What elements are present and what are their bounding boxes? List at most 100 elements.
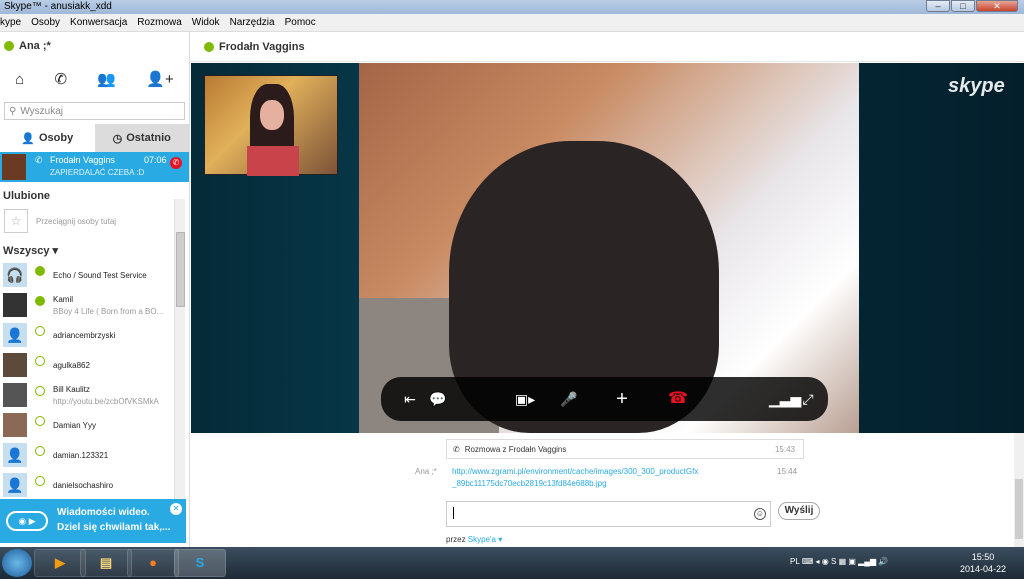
system-tray: PL ⌨ ◂ ◉ S ▦ ▣ ▂▄▆ 🔊: [790, 557, 888, 566]
video-message-icon: ◉ ▶: [6, 511, 48, 531]
arrow-icon[interactable]: ◂: [816, 557, 820, 566]
list-item[interactable]: Damian Yyy: [0, 410, 189, 440]
keyboard-icon[interactable]: ⌨: [802, 557, 814, 566]
sidebar: Ana ;* ⌂ ✆ 👥 👤+ ⚲ Wyszukaj 👤 Osoby ◷ Ost…: [0, 32, 190, 547]
menu-people[interactable]: Osoby: [31, 17, 60, 28]
scrollbar-thumb[interactable]: [1015, 479, 1023, 539]
active-call-time: 07:06: [144, 155, 167, 165]
tab-people[interactable]: 👤 Osoby: [0, 124, 95, 152]
skype-taskbar-icon[interactable]: S: [174, 549, 226, 577]
menu-call[interactable]: Rozmowa: [137, 17, 181, 28]
skype-tray-icon[interactable]: S: [831, 557, 836, 566]
firefox-icon[interactable]: ●: [127, 549, 179, 577]
menu-help[interactable]: Pomoc: [285, 17, 316, 28]
start-button[interactable]: [2, 549, 32, 577]
message-time: 15:44: [777, 467, 798, 476]
send-via: przez Skype'a ▾: [446, 535, 502, 544]
list-item[interactable]: 👤 damian.123321: [0, 440, 189, 470]
video-message-promo[interactable]: ◉ ▶ Wiadomości wideo. Dziel się chwilami…: [0, 499, 186, 543]
maximize-button[interactable]: □: [951, 0, 975, 12]
offline-status-icon: [35, 356, 45, 366]
video-camera-icon[interactable]: ▣▸: [513, 388, 537, 410]
avatar: [3, 383, 27, 407]
add-contact-icon[interactable]: 👤+: [146, 70, 173, 88]
toggle-sidebar-icon[interactable]: ⇤: [401, 388, 419, 410]
offline-status-icon: [35, 446, 45, 456]
online-status-icon: [35, 266, 45, 276]
contact-mood: http://youtu.be/zcbOfVKSMkA: [53, 397, 159, 406]
send-button[interactable]: Wyślij: [778, 502, 820, 520]
search-input[interactable]: ⚲ Wyszukaj: [4, 102, 185, 120]
contacts-icon[interactable]: 👥: [97, 70, 116, 88]
active-call-item[interactable]: ✆ Frodałn Vaggins 07:06 ZAPIERDALAĆ CZEB…: [0, 152, 189, 182]
list-item[interactable]: 👤 danielsochashiro: [0, 470, 189, 500]
microphone-icon[interactable]: 🎤: [560, 388, 578, 410]
emoticon-icon[interactable]: ☺: [754, 508, 766, 520]
list-item[interactable]: 🎧 Echo / Sound Test Service: [0, 260, 189, 290]
all-contacts-title[interactable]: Wszyscy ▾: [0, 236, 189, 260]
default-avatar-icon: 👤: [3, 323, 27, 347]
headset-icon: 🎧: [3, 263, 27, 287]
contact-list-scrollbar[interactable]: [174, 199, 185, 524]
text-caret: [453, 507, 454, 519]
hang-up-icon[interactable]: ✆: [170, 157, 182, 169]
plus-icon[interactable]: +: [611, 388, 633, 410]
contact-mood: BBoy 4 Life ( Born from a BO...: [53, 307, 164, 316]
menu-skype[interactable]: kype: [0, 17, 21, 28]
hang-up-icon[interactable]: ☎: [664, 388, 692, 410]
network-icon[interactable]: ▂▄▆: [858, 557, 876, 566]
favorites-dropzone[interactable]: ☆ Przeciągnij osoby tutaj: [0, 206, 189, 236]
title-bar: Skype™ - anusiakk_xdd – □ ✕: [0, 0, 1024, 14]
minimize-button[interactable]: –: [926, 0, 950, 12]
tray-app-icon[interactable]: ◉: [822, 557, 829, 566]
avatar: [3, 353, 27, 377]
message-link[interactable]: http://www.zgrami.pl/environment/cache/i…: [452, 466, 742, 490]
folder-icon[interactable]: ▤: [80, 549, 132, 577]
conversation-title[interactable]: Frodałn Vaggins: [219, 41, 305, 53]
fullscreen-icon[interactable]: ⤢: [799, 388, 817, 410]
user-profile[interactable]: Ana ;*: [0, 32, 189, 60]
search-placeholder: Wyszukaj: [20, 105, 64, 117]
close-button[interactable]: ✕: [976, 0, 1018, 12]
tab-recent[interactable]: ◷ Ostatnio: [94, 124, 189, 152]
promo-title: Wiadomości wideo.: [57, 507, 150, 518]
language-indicator[interactable]: PL: [790, 557, 800, 566]
media-player-icon[interactable]: ▶: [34, 549, 86, 577]
via-link[interactable]: Skype'a: [468, 535, 496, 544]
close-icon[interactable]: ✕: [170, 503, 182, 515]
tray-app-icon[interactable]: ▦: [839, 557, 847, 566]
contact-tabs: 👤 Osoby ◷ Ostatnio: [0, 124, 189, 152]
offline-status-icon: [35, 326, 45, 336]
chat-scrollbar[interactable]: [1014, 433, 1024, 547]
contact-list: 🎧 Echo / Sound Test Service Kamil BBoy 4…: [0, 260, 189, 500]
caret-down-icon: ▾: [52, 245, 59, 257]
chat-icon[interactable]: 💬: [429, 388, 447, 410]
list-item[interactable]: Kamil BBoy 4 Life ( Born from a BO...: [0, 290, 189, 320]
message-input[interactable]: ☺: [446, 501, 771, 527]
menu-tools[interactable]: Narzędzia: [230, 17, 275, 28]
tray-app-icon[interactable]: ▣: [848, 557, 856, 566]
volume-icon[interactable]: 🔊: [878, 557, 888, 566]
menu-conversation[interactable]: Konwersacja: [70, 17, 127, 28]
message-link-line2[interactable]: _89bc11175dc70ecb2819c13fd84e688b.jpg: [452, 478, 742, 490]
clock[interactable]: 15:50 2014-04-22: [960, 551, 1006, 575]
contact-name: Bill Kaulitz: [53, 385, 90, 394]
caret-down-icon[interactable]: ▾: [498, 535, 502, 544]
home-icon[interactable]: ⌂: [15, 71, 24, 88]
offline-status-icon: [35, 386, 45, 396]
clock-time: 15:50: [971, 552, 995, 562]
list-item[interactable]: 👤 adriancembrzyski: [0, 320, 189, 350]
list-item[interactable]: Bill Kaulitz http://youtu.be/zcbOfVKSMkA: [0, 380, 189, 410]
phone-icon[interactable]: ✆: [55, 70, 68, 88]
list-item[interactable]: agulka862: [0, 350, 189, 380]
call-icon: ✆: [35, 155, 43, 165]
scrollbar-thumb[interactable]: [176, 232, 185, 307]
signal-quality-icon[interactable]: ▁▃▅: [769, 388, 801, 410]
tab-recent-label: Ostatnio: [126, 132, 171, 144]
video-call-area: skype ⇤ 💬 ▣▸ 🎤 + ☎ ▁▃▅ ⤢: [191, 63, 1024, 433]
window-title: Skype™ - anusiakk_xdd: [4, 1, 112, 12]
message-link-line1[interactable]: http://www.zgrami.pl/environment/cache/i…: [452, 466, 742, 478]
contact-name: damian.123321: [53, 451, 109, 460]
self-video-preview[interactable]: [204, 75, 338, 176]
menu-view[interactable]: Widok: [192, 17, 220, 28]
